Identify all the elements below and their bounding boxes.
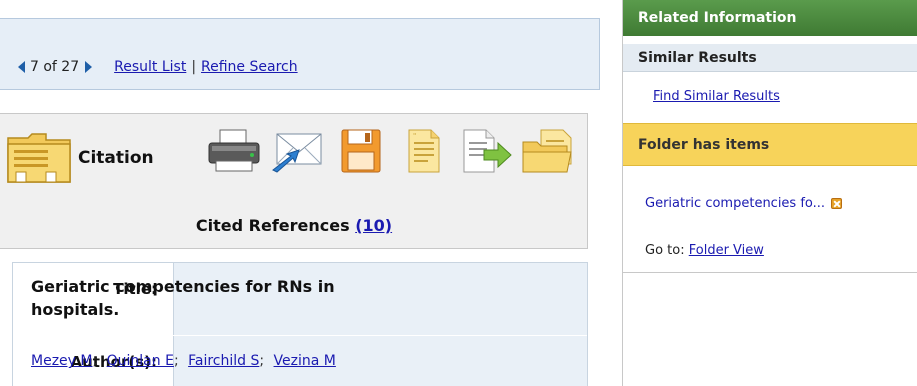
author-link[interactable]: Vezina M	[274, 353, 336, 369]
author-link[interactable]: Mezey M	[31, 353, 92, 369]
cited-references: Cited References (10)	[0, 216, 588, 235]
email-icon[interactable]	[267, 126, 327, 176]
folder-item-link[interactable]: Geriatric competencies fo...	[645, 196, 825, 211]
similar-results-section-header: Similar Results	[623, 44, 917, 72]
previous-result-icon[interactable]	[18, 61, 25, 73]
result-list-link[interactable]: Result List	[114, 59, 186, 75]
go-to-folder: Go to: Folder View	[645, 243, 764, 258]
cite-icon[interactable]: "	[393, 126, 453, 176]
go-to-label: Go to:	[645, 243, 685, 258]
record-authors: Mezey M; Quinlan E; Fairchild S; Vezina …	[31, 353, 336, 369]
svg-text:": "	[413, 132, 416, 140]
related-information-header: Related Information	[623, 0, 917, 36]
related-information-title: Related Information	[638, 10, 797, 26]
toolbar-actions: "	[204, 126, 582, 176]
author-link[interactable]: Quinlan E	[107, 353, 174, 369]
printer-icon[interactable]	[204, 126, 264, 176]
author-link[interactable]: Fairchild S	[188, 353, 259, 369]
refine-search-link[interactable]: Refine Search	[201, 59, 298, 75]
record-toolbar: Citation " Cited References (10)	[0, 113, 588, 249]
result-position: 7 of 27	[30, 59, 80, 75]
result-navigation: 7 of 27 Result List | Refine Search	[18, 58, 298, 76]
folder-has-items-title: Folder has items	[638, 137, 770, 153]
export-icon[interactable]	[456, 126, 516, 176]
citation-label: Citation	[78, 148, 154, 168]
similar-results-title: Similar Results	[638, 50, 757, 66]
citation-folder-icon	[6, 132, 72, 184]
record-row-divider	[173, 335, 587, 336]
record-title: Geriatric competencies for RNs in hospit…	[31, 277, 335, 319]
related-information-sidebar: Related Information Similar Results Find…	[622, 0, 917, 386]
folder-section-header: Folder has items	[623, 123, 917, 166]
result-navigation-bar: 7 of 27 Result List | Refine Search	[0, 18, 600, 90]
nav-separator: |	[191, 59, 197, 75]
folder-item: Geriatric competencies fo...	[645, 196, 843, 211]
citation-tab[interactable]: Citation	[6, 132, 154, 184]
cited-references-label: Cited References	[195, 216, 350, 235]
folder-view-link[interactable]: Folder View	[689, 243, 764, 258]
find-similar-results-link[interactable]: Find Similar Results	[653, 89, 780, 104]
next-result-icon[interactable]	[85, 61, 93, 73]
add-to-folder-icon[interactable]	[519, 126, 579, 176]
save-icon[interactable]	[330, 126, 390, 176]
record-details: Title: Author(s): Geriatric competencies…	[12, 262, 588, 386]
main-content: 7 of 27 Result List | Refine Search Cita…	[0, 0, 600, 386]
remove-item-icon[interactable]	[831, 198, 843, 209]
cited-references-count-link[interactable]: (10)	[355, 216, 392, 235]
sidebar-divider	[623, 272, 917, 273]
